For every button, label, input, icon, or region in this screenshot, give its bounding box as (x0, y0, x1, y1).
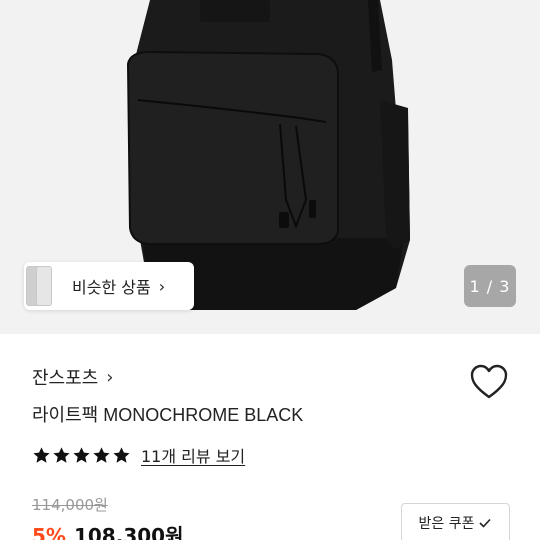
product-title: 라이트팩 MONOCHROME BLACK (32, 405, 304, 425)
star-icon (53, 446, 70, 463)
heart-icon[interactable] (470, 364, 508, 400)
brand-name: 잔스포츠 (32, 368, 99, 389)
rating-row: 11개 리뷰 보기 (32, 443, 245, 467)
product-image-gallery[interactable]: 비슷한 상품 › 1 / 3 (0, 0, 540, 334)
check-icon (479, 518, 492, 528)
received-coupon-button[interactable]: 받은 쿠폰 (401, 503, 510, 540)
star-icon (93, 446, 110, 463)
chevron-right-icon: › (106, 366, 114, 388)
star-icon (73, 446, 90, 463)
review-link[interactable]: 11개 리뷰 보기 (141, 443, 245, 467)
image-pager: 1 / 3 (464, 265, 516, 307)
original-price: 114,000원 (32, 496, 108, 514)
similar-products-label: 비슷한 상품 (72, 278, 151, 297)
price-row: 5% 108,300원 (32, 520, 183, 540)
chevron-right-icon: › (158, 276, 166, 296)
similar-products-button[interactable]: 비슷한 상품 › (24, 262, 194, 310)
star-icon (113, 446, 130, 463)
sale-price: 108,300원 (73, 524, 184, 540)
discount-rate: 5% (32, 524, 66, 540)
similar-thumbnails (24, 262, 56, 310)
rating-stars (32, 446, 131, 465)
similar-thumb (36, 266, 52, 306)
star-icon (33, 446, 50, 463)
coupon-label: 받은 쿠폰 (418, 516, 475, 532)
brand-link[interactable]: 잔스포츠 › (32, 364, 113, 390)
